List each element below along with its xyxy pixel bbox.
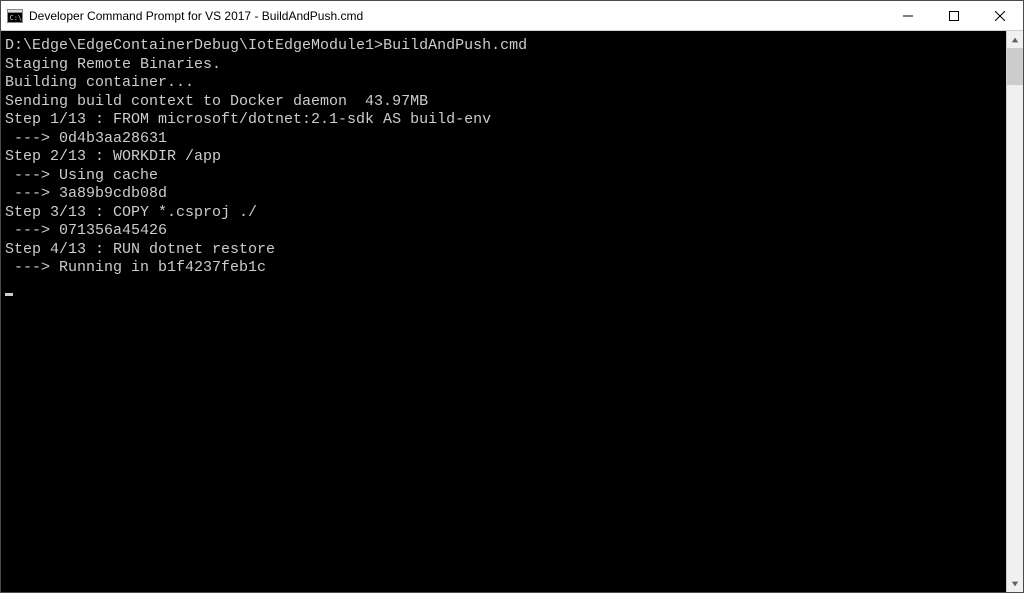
window-title: Developer Command Prompt for VS 2017 - B… [29, 9, 885, 23]
maximize-button[interactable] [931, 1, 977, 30]
scroll-down-button[interactable] [1007, 575, 1023, 592]
scroll-track[interactable] [1007, 48, 1023, 575]
output-line: Step 2/13 : WORKDIR /app [5, 148, 221, 165]
titlebar[interactable]: C:\ Developer Command Prompt for VS 2017… [1, 1, 1023, 31]
console-area: D:\Edge\EdgeContainerDebug\IotEdgeModule… [1, 31, 1023, 592]
minimize-button[interactable] [885, 1, 931, 30]
svg-text:C:\: C:\ [10, 14, 23, 22]
scroll-up-button[interactable] [1007, 31, 1023, 48]
output-line: Sending build context to Docker daemon 4… [5, 93, 428, 110]
output-line: Step 1/13 : FROM microsoft/dotnet:2.1-sd… [5, 111, 491, 128]
window-controls [885, 1, 1023, 30]
output-line: Building container... [5, 74, 194, 91]
output-line: ---> 0d4b3aa28631 [5, 130, 167, 147]
command-prompt-icon: C:\ [7, 8, 23, 24]
output-line: ---> 071356a45426 [5, 222, 167, 239]
vertical-scrollbar[interactable] [1006, 31, 1023, 592]
console-output[interactable]: D:\Edge\EdgeContainerDebug\IotEdgeModule… [1, 31, 1006, 592]
output-line: ---> Using cache [5, 167, 158, 184]
output-line: Step 3/13 : COPY *.csproj ./ [5, 204, 257, 221]
scroll-thumb[interactable] [1007, 48, 1023, 85]
output-line: ---> 3a89b9cdb08d [5, 185, 167, 202]
cursor [5, 293, 13, 296]
output-line: ---> Running in b1f4237feb1c [5, 259, 266, 276]
prompt-path: D:\Edge\EdgeContainerDebug\IotEdgeModule… [5, 37, 383, 54]
output-line: Step 4/13 : RUN dotnet restore [5, 241, 275, 258]
command-prompt-window: C:\ Developer Command Prompt for VS 2017… [0, 0, 1024, 593]
close-button[interactable] [977, 1, 1023, 30]
output-line: Staging Remote Binaries. [5, 56, 221, 73]
entered-command: BuildAndPush.cmd [383, 37, 527, 54]
